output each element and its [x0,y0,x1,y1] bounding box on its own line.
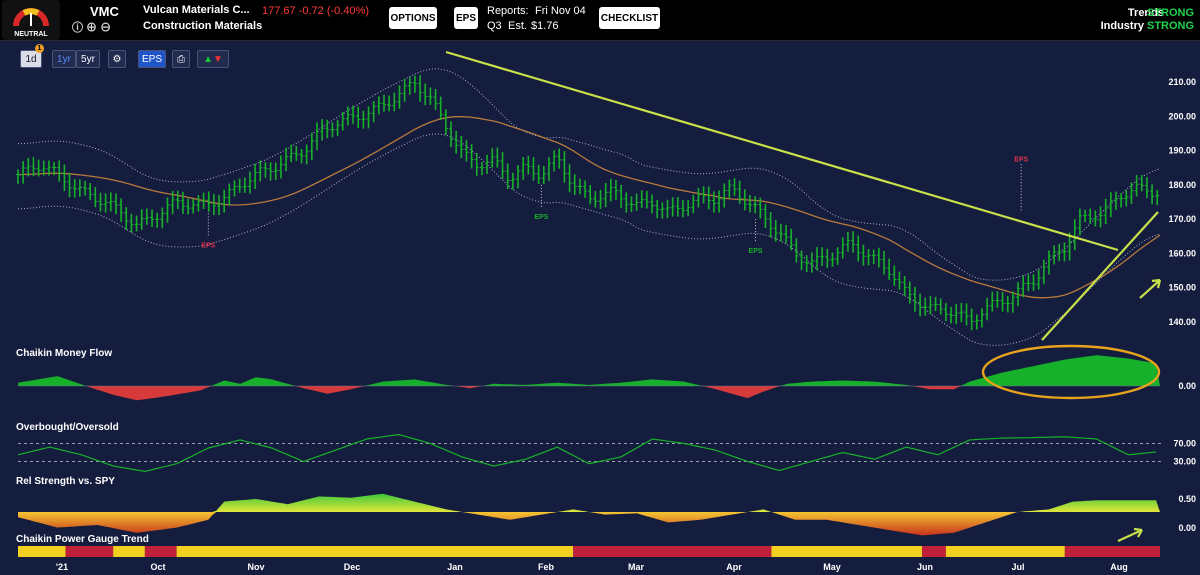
eps-badge[interactable]: EPS [454,7,478,29]
ob-line [17,433,1157,473]
panel-title: Rel Strength vs. SPY [16,476,115,487]
price-tick-label: 170.00 [1168,214,1196,224]
power-gauge-icon[interactable]: NEUTRAL [2,0,60,40]
upper-band-line [17,68,1161,281]
industry-label: Industry [1100,20,1144,32]
x-month-label: Dec [344,562,361,572]
header-bar: NEUTRAL VMC ⓘ ⊕ ⊖ Vulcan Materials C... … [0,0,1200,41]
x-month-label: Mar [628,562,645,572]
power-gauge-segment [65,546,114,557]
est-value: $1.76 [531,20,559,32]
moving-average-line [17,116,1161,299]
options-button[interactable]: OPTIONS [389,7,437,29]
x-month-label: Nov [247,562,264,572]
up-arrow-icon [1117,527,1143,542]
panel-title: Chaikin Power Gauge Trend [16,534,149,545]
rel-strength-negative-area [18,512,1160,536]
power-gauge-segment [945,546,1065,557]
price-tick-label: 160.00 [1168,248,1196,258]
reports-label: Reports: [487,5,529,17]
power-gauge-segment [144,546,177,557]
price-tick-label: 140.00 [1168,317,1196,327]
x-month-label: Feb [538,562,555,572]
price-tick-label: 190.00 [1168,146,1196,156]
x-month-label: Apr [726,562,742,572]
x-month-label: Jan [447,562,463,572]
power-gauge-segment [922,546,946,557]
x-month-label: Oct [150,562,165,572]
company-name: Vulcan Materials C... [143,4,250,16]
price-tick-label: 210.00 [1168,77,1196,87]
quarter-label: Q3 [487,20,502,32]
chart-area: 210.00 200.00 190.00 180.00 170.00 160.00 150.… [16,50,1196,572]
power-gauge-segment [176,546,574,557]
x-month-label: Aug [1110,562,1128,572]
trends-value: STRONG [1147,7,1195,19]
power-gauge-segment [771,546,923,557]
ob-tick: 30.00 [1173,457,1196,467]
toolbar-icons[interactable]: ⓘ ⊕ ⊖ [72,19,111,35]
x-month-label: May [823,562,841,572]
money-flow-tick: 0.00 [1178,381,1196,391]
price-change: 177.67 -0.72 (-0.40%) [262,5,370,17]
power-gauge-segment [1064,546,1160,557]
power-gauge-segment [113,546,145,557]
lower-band-line [17,133,1161,346]
eps-marker: EPS [1014,156,1028,163]
rs-tick: 0.00 [1178,523,1196,533]
price-tick-label: 180.00 [1168,180,1196,190]
power-gauge-segment [18,546,66,557]
money-flow-negative-area [18,386,1160,401]
uptrend-line [1041,211,1159,341]
rs-tick: 0.50 [1178,494,1196,504]
power-gauge-segment [573,546,772,557]
ticker-symbol: VMC [90,4,119,19]
panel-title: Chaikin Money Flow [16,348,112,359]
price-tick-label: 150.00 [1168,283,1196,293]
panel-title: Overbought/Oversold [16,422,119,433]
price-tick-label: 200.00 [1168,111,1196,121]
x-month-label: Jun [917,562,933,572]
up-arrow-icon [1139,278,1162,299]
rel-strength-positive-area [18,493,1160,512]
ob-tick: 70.00 [1173,439,1196,449]
industry-name: Construction Materials [143,20,263,32]
industry-value: STRONG [1147,20,1195,32]
x-month-label: '21 [56,562,68,572]
gauge-label: NEUTRAL [14,31,48,38]
eps-marker: EPS [534,214,548,221]
eps-marker: EPS [201,242,215,249]
checklist-button[interactable]: CHECKLIST [599,7,660,29]
eps-marker: EPS [749,248,763,255]
x-month-label: Jul [1011,562,1024,572]
reports-date: Fri Nov 04 [535,5,586,17]
est-label: Est. [508,20,527,32]
